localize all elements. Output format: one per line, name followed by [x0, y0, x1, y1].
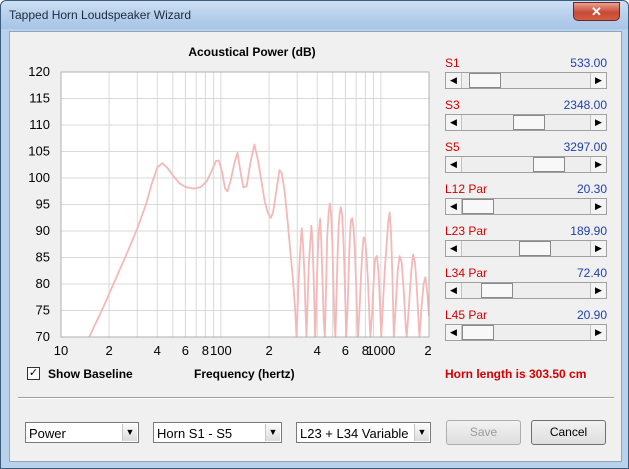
show-baseline-label: Show Baseline [48, 367, 133, 381]
scroll-right-arrow-icon[interactable]: ▶ [590, 157, 606, 172]
scroll-thumb[interactable] [462, 325, 494, 340]
scroll-left-arrow-icon[interactable]: ◀ [446, 157, 462, 172]
param-name-3: L12 Par [445, 182, 488, 196]
scroll-left-arrow-icon[interactable]: ◀ [446, 115, 462, 130]
param-name-4: L23 Par [445, 224, 488, 238]
x-tick-labels: 10 2 4 6 8 100 2 4 6 81000 2 [54, 343, 432, 358]
y-tick-labels: 120 115 110 105 100 95 90 85 80 75 70 [28, 64, 50, 344]
y-tick-label: 110 [29, 117, 50, 132]
plot-type-select[interactable]: Power ▼ [25, 422, 139, 443]
y-tick-label: 100 [28, 170, 50, 185]
x-tick-label: 6 [342, 343, 349, 358]
param-value-0: 533.00 [570, 56, 607, 70]
window-title: Tapped Horn Loudspeaker Wizard [9, 8, 192, 22]
param-name-6: L45 Par [445, 308, 488, 322]
param-name-5: L34 Par [445, 266, 488, 280]
x-tick-label: 100 [210, 343, 232, 358]
y-tick-label: 70 [36, 329, 50, 344]
plot-type-value: Power [29, 426, 66, 441]
param-scrollbar-4[interactable]: ◀ ▶ [445, 240, 607, 257]
y-tick-label: 90 [36, 223, 50, 238]
separator-line [18, 397, 614, 399]
x-tick-label: 8 [202, 343, 209, 358]
show-baseline-checkbox[interactable]: ✓ [27, 367, 40, 380]
x-tick-label: 10 [54, 343, 68, 358]
x-tick-label: 4 [314, 343, 321, 358]
param-scrollbar-6[interactable]: ◀ ▶ [445, 324, 607, 341]
x-tick-label: 2 [424, 343, 431, 358]
y-tick-label: 115 [29, 91, 50, 106]
chart-series [88, 143, 430, 338]
param-value-3: 20.30 [576, 182, 607, 196]
y-tick-label: 80 [36, 276, 50, 291]
param-scrollbar-1[interactable]: ◀ ▶ [445, 114, 607, 131]
param-value-4: 189.90 [570, 224, 607, 238]
cancel-button[interactable]: Cancel [531, 420, 606, 445]
y-tick-label: 120 [28, 64, 50, 79]
param-value-1: 2348.00 [563, 98, 607, 112]
x-tick-label: 8 [362, 343, 369, 358]
chart-title: Acoustical Power (dB) [188, 45, 315, 59]
x-tick-label: 1000 [366, 343, 395, 358]
scroll-left-arrow-icon[interactable]: ◀ [446, 283, 462, 298]
y-tick-label: 75 [36, 303, 50, 318]
scroll-left-arrow-icon[interactable]: ◀ [446, 241, 462, 256]
chart-grid [61, 72, 429, 337]
scroll-thumb[interactable] [462, 199, 494, 214]
scroll-right-arrow-icon[interactable]: ▶ [590, 241, 606, 256]
scroll-thumb[interactable] [518, 241, 551, 256]
scroll-right-arrow-icon[interactable]: ▶ [590, 115, 606, 130]
scroll-left-arrow-icon[interactable]: ◀ [446, 199, 462, 214]
app-window: Tapped Horn Loudspeaker Wizard ✕ Acousti… [0, 0, 629, 469]
horn-section-value: Horn S1 - S5 [157, 426, 233, 441]
power-curve-line [88, 143, 430, 338]
x-axis-label: Frequency (hertz) [194, 367, 295, 381]
chevron-down-icon[interactable]: ▼ [265, 424, 280, 441]
param-scrollbar-2[interactable]: ◀ ▶ [445, 156, 607, 173]
title-bar[interactable]: Tapped Horn Loudspeaker Wizard ✕ [1, 1, 628, 29]
param-name-0: S1 [445, 56, 460, 70]
x-tick-label: 2 [265, 343, 272, 358]
x-tick-label: 6 [182, 343, 189, 358]
plot-frame [60, 71, 430, 338]
scroll-thumb[interactable] [468, 73, 501, 88]
x-tick-label: 4 [154, 343, 161, 358]
variable-value: L23 + L34 Variable [300, 426, 409, 441]
y-tick-label: 95 [36, 197, 50, 212]
scroll-right-arrow-icon[interactable]: ▶ [590, 283, 606, 298]
scroll-right-arrow-icon[interactable]: ▶ [590, 199, 606, 214]
close-icon: ✕ [591, 4, 602, 19]
scroll-thumb[interactable] [481, 283, 514, 298]
scroll-thumb[interactable] [512, 115, 545, 130]
param-scrollbar-0[interactable]: ◀ ▶ [445, 72, 607, 89]
scroll-left-arrow-icon[interactable]: ◀ [446, 325, 462, 340]
param-scrollbar-5[interactable]: ◀ ▶ [445, 282, 607, 299]
plot-background [61, 72, 429, 337]
param-scrollbar-3[interactable]: ◀ ▶ [445, 198, 607, 215]
chevron-down-icon[interactable]: ▼ [122, 424, 137, 441]
checkmark-icon: ✓ [28, 367, 39, 379]
close-button[interactable]: ✕ [573, 2, 620, 21]
scroll-left-arrow-icon[interactable]: ◀ [446, 73, 462, 88]
scroll-thumb[interactable] [533, 157, 566, 172]
horn-section-select[interactable]: Horn S1 - S5 ▼ [153, 422, 282, 443]
param-name-1: S3 [445, 98, 460, 112]
variable-select[interactable]: L23 + L34 Variable ▼ [296, 422, 431, 443]
param-value-6: 20.90 [576, 308, 607, 322]
param-value-5: 72.40 [576, 266, 607, 280]
y-tick-label: 85 [36, 250, 50, 265]
param-name-2: S5 [445, 140, 460, 154]
y-tick-label: 105 [28, 144, 50, 159]
dialog-client-area: Acoustical Power (dB) 120 115 110 105 100 95 9… [9, 31, 622, 462]
param-value-2: 3297.00 [563, 140, 607, 154]
x-tick-label: 2 [105, 343, 112, 358]
scroll-right-arrow-icon[interactable]: ▶ [590, 73, 606, 88]
horn-length-label: Horn length is 303.50 cm [445, 367, 587, 381]
chevron-down-icon[interactable]: ▼ [414, 424, 429, 441]
scroll-right-arrow-icon[interactable]: ▶ [590, 325, 606, 340]
save-button[interactable]: Save [446, 420, 521, 445]
